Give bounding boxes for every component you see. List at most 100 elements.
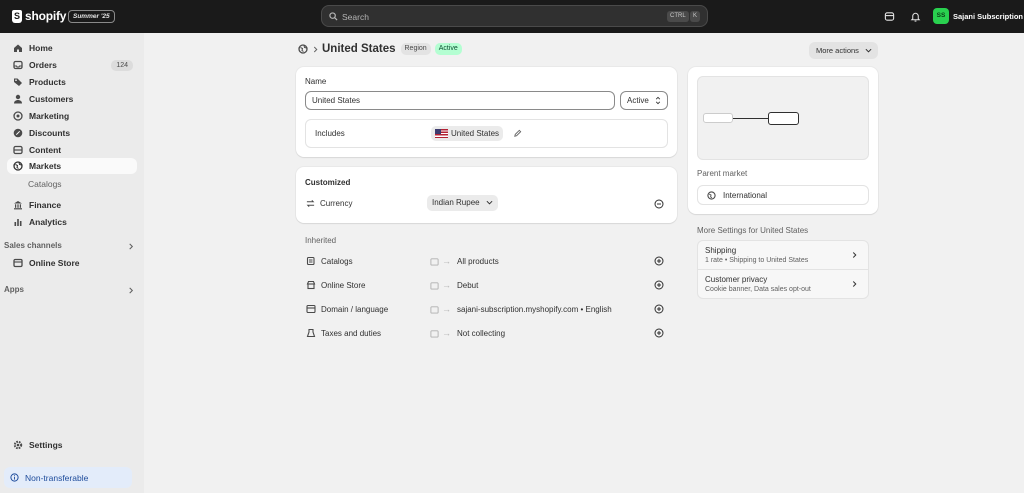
arrow-icon: → (442, 280, 451, 290)
inherited-row-taxes-duties: Taxes and duties (306, 328, 381, 338)
taxes-icon (306, 328, 316, 338)
chevron-down-icon (486, 201, 493, 205)
status-select-value: Active (627, 96, 649, 105)
avatar[interactable]: SS (933, 8, 949, 24)
name-label: Name (305, 77, 327, 86)
inherited-store-icon (430, 281, 439, 290)
country-chip[interactable]: United States (431, 126, 504, 141)
sidebar: Home Orders 124 Products Customers Marke… (0, 33, 144, 493)
store-icon (13, 258, 23, 268)
chevron-right-icon[interactable] (128, 287, 134, 294)
chevron-right-icon (852, 252, 857, 258)
person-icon (14, 94, 22, 104)
sidebar-item-label: Marketing (29, 111, 70, 121)
sidebar-item-analytics[interactable]: Analytics (7, 214, 137, 230)
name-field[interactable]: United States (305, 91, 615, 110)
store-icon (306, 280, 316, 290)
edition-badge: Summer '25 (68, 10, 115, 23)
info-icon (10, 473, 19, 482)
more-actions-button[interactable]: More actions (809, 42, 878, 59)
sidebar-item-markets[interactable]: Markets (7, 158, 137, 174)
sidebar-item-label: Products (29, 77, 66, 87)
inherited-label: Taxes and duties (321, 328, 382, 338)
logo-text: shopify (25, 9, 67, 23)
parent-market-value: International (723, 190, 768, 200)
sidebar-item-orders[interactable]: Orders 124 (7, 57, 137, 73)
sidebar-item-finance[interactable]: Finance (7, 197, 137, 213)
chevron-right-icon[interactable] (128, 243, 134, 250)
sidebar-item-content[interactable]: Content (7, 142, 137, 158)
inherited-store-icon (430, 305, 439, 314)
domain-icon (306, 304, 316, 314)
hierarchy-connector (733, 118, 768, 119)
add-circle-icon[interactable] (654, 256, 664, 266)
target-icon (13, 111, 23, 121)
sidebar-item-discounts[interactable]: Discounts (7, 125, 137, 141)
sidebar-subitem-catalogs[interactable]: Catalogs (28, 179, 62, 189)
bell-icon[interactable] (910, 11, 921, 22)
remove-circle-icon[interactable] (654, 199, 664, 209)
add-circle-icon[interactable] (654, 280, 664, 290)
customer-privacy-item[interactable]: Customer privacy Cookie banner, Data sal… (698, 270, 868, 299)
arrow-icon: → (442, 304, 451, 314)
sales-channels-heading[interactable]: Sales channels (4, 241, 62, 250)
globe-icon[interactable] (298, 44, 308, 54)
sidebar-item-label: Markets (29, 161, 62, 171)
currency-exchange-icon (306, 199, 315, 208)
inherited-store-icon (430, 257, 439, 266)
shipping-settings-item[interactable]: Shipping 1 rate • Shipping to United Sta… (698, 241, 868, 270)
parent-market-link[interactable]: International (697, 185, 869, 205)
currency-label: Currency (320, 199, 353, 208)
arrow-icon: → (442, 256, 451, 266)
status-select[interactable]: Active (620, 91, 668, 110)
more-actions-label: More actions (816, 46, 859, 55)
sidebar-item-label: Home (29, 43, 53, 53)
pencil-icon[interactable] (513, 129, 522, 138)
store-icon[interactable] (884, 11, 895, 22)
sidebar-item-online-store[interactable]: Online Store (7, 255, 137, 271)
chevron-right-icon (852, 281, 857, 287)
inherited-row-domain-language: Domain / language (306, 304, 388, 314)
sidebar-item-products[interactable]: Products (7, 74, 137, 90)
shipping-title: Shipping (705, 246, 737, 255)
sidebar-item-customers[interactable]: Customers (7, 91, 137, 107)
name-card: Name United States Active Includes Unite… (296, 67, 677, 157)
search-placeholder: Search (342, 12, 369, 22)
inherited-heading: Inherited (305, 236, 337, 245)
add-circle-icon[interactable] (654, 328, 664, 338)
shopify-bag-icon (12, 9, 22, 23)
sidebar-item-label: Finance (29, 200, 62, 210)
inherited-label: Domain / language (321, 304, 389, 314)
customized-card: Customized Currency Indian Rupee (296, 167, 677, 223)
sidebar-item-label: Analytics (29, 217, 67, 227)
region-badge: Region (400, 43, 431, 55)
home-icon (14, 44, 22, 52)
search-icon (329, 12, 338, 21)
inherited-label: Catalogs (321, 256, 353, 266)
sidebar-item-label: Discounts (29, 128, 71, 138)
more-settings-list: Shipping 1 rate • Shipping to United Sta… (697, 240, 869, 299)
sidebar-item-label: Content (29, 145, 62, 155)
apps-heading[interactable]: Apps (4, 285, 24, 294)
inherited-store-icon (430, 329, 439, 338)
search-bar[interactable]: Search CTRL K (321, 5, 708, 27)
bank-icon (14, 201, 22, 210)
privacy-title: Customer privacy (705, 275, 768, 284)
shopify-logo[interactable]: shopify (12, 9, 66, 23)
inherited-value-catalogs: → All products (430, 256, 499, 266)
inherited-value-taxes-duties: → Not collecting (430, 328, 505, 338)
sidebar-item-label: Online Store (29, 258, 80, 268)
tag-icon (14, 78, 22, 86)
sidebar-item-settings[interactable]: Settings (7, 437, 137, 453)
inbox-icon (13, 60, 23, 70)
add-circle-icon[interactable] (654, 304, 664, 314)
currency-select[interactable]: Indian Rupee (427, 195, 498, 211)
inherited-value-online-store: → Debut (430, 280, 478, 290)
non-transferable-banner[interactable]: Non-transferable (4, 467, 132, 488)
store-name[interactable]: Sajani Subscription (953, 12, 1023, 21)
sidebar-item-marketing[interactable]: Marketing (7, 108, 137, 124)
sidebar-item-home[interactable]: Home (7, 40, 137, 56)
shipping-subtitle: 1 rate • Shipping to United States (705, 257, 809, 264)
inherited-value: sajani-subscription.myshopify.com • Engl… (457, 304, 612, 314)
currency-row-label: Currency (306, 199, 352, 208)
